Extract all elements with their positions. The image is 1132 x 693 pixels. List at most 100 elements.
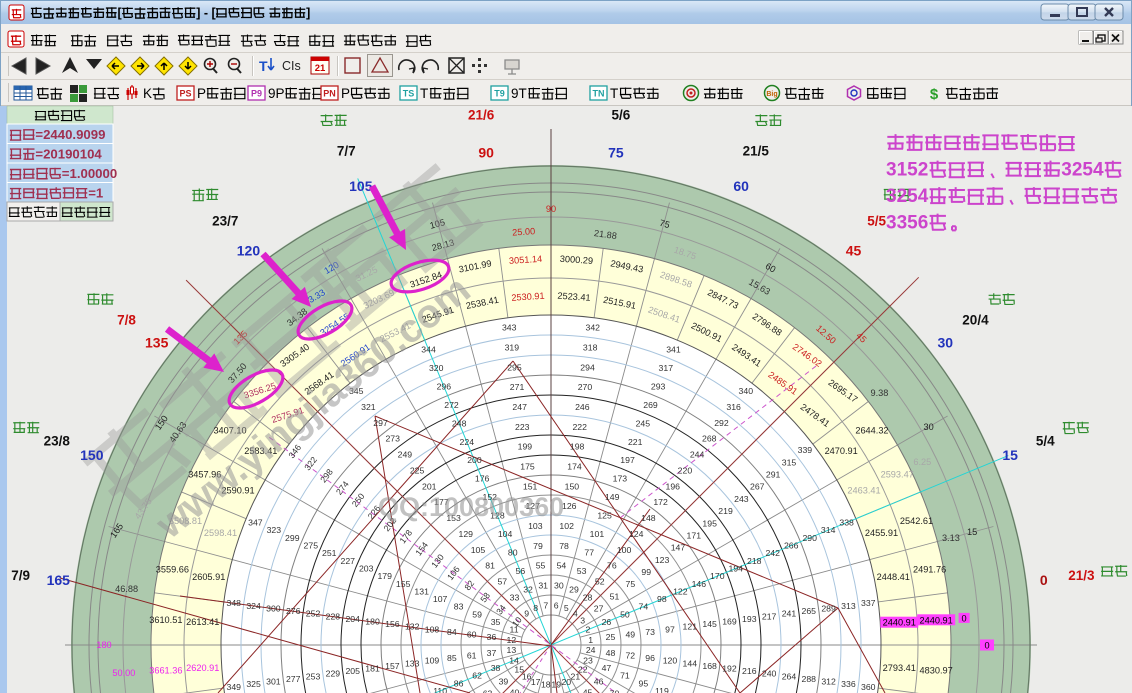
svg-text:192: 192 <box>722 663 737 673</box>
svg-text:79: 79 <box>533 541 543 551</box>
svg-text:3152: 3152 <box>886 160 928 181</box>
svg-text:339: 339 <box>798 445 813 455</box>
svg-text:49: 49 <box>625 630 635 640</box>
svg-text:$: $ <box>930 86 939 103</box>
svg-text:100: 100 <box>617 545 632 555</box>
svg-text:11: 11 <box>510 625 519 635</box>
svg-text:2455.91: 2455.91 <box>865 528 898 538</box>
svg-text:324: 324 <box>246 601 261 611</box>
svg-text:32: 32 <box>523 585 533 595</box>
svg-text:271: 271 <box>510 382 525 392</box>
svg-text:348: 348 <box>226 598 241 608</box>
svg-text:314: 314 <box>821 525 836 535</box>
svg-text:6: 6 <box>554 600 559 610</box>
svg-text:2613.41: 2613.41 <box>186 617 219 627</box>
svg-text:=2440.9099: =2440.9099 <box>35 127 105 142</box>
svg-text:3610.51: 3610.51 <box>149 615 182 625</box>
svg-text:360: 360 <box>861 682 876 692</box>
svg-text:3254: 3254 <box>886 186 929 207</box>
svg-text:157: 157 <box>385 661 400 671</box>
svg-text:149: 149 <box>605 492 620 502</box>
svg-text:45: 45 <box>846 243 862 259</box>
svg-text:225: 225 <box>410 465 425 475</box>
svg-text:265: 265 <box>802 606 817 616</box>
svg-text:81: 81 <box>485 561 495 571</box>
svg-text:340: 340 <box>739 386 754 396</box>
svg-text:172: 172 <box>653 497 668 507</box>
svg-text:216: 216 <box>742 666 757 676</box>
svg-text:18: 18 <box>541 680 551 690</box>
svg-text:315: 315 <box>782 457 797 467</box>
svg-text:=1: =1 <box>88 186 103 201</box>
svg-text:62: 62 <box>472 671 482 681</box>
svg-text:242: 242 <box>765 548 780 558</box>
svg-text:121: 121 <box>683 622 698 632</box>
svg-text:QQ:100800360: QQ:100800360 <box>378 492 564 522</box>
svg-text:99: 99 <box>641 567 651 577</box>
svg-text:104: 104 <box>498 529 513 539</box>
svg-text:146: 146 <box>692 579 707 589</box>
svg-text:300: 300 <box>266 603 281 613</box>
svg-text:297: 297 <box>373 418 388 428</box>
svg-text:247: 247 <box>512 402 527 412</box>
svg-text:272: 272 <box>444 400 459 410</box>
svg-text:291: 291 <box>766 470 781 480</box>
svg-text:5/4: 5/4 <box>1036 433 1055 448</box>
svg-text:245: 245 <box>636 418 651 428</box>
svg-text:] - [: ] - [ <box>196 6 216 20</box>
svg-text:48: 48 <box>606 648 616 658</box>
svg-text:23/7: 23/7 <box>212 214 238 229</box>
svg-text:74: 74 <box>639 602 649 612</box>
svg-text:201: 201 <box>422 481 437 491</box>
svg-text:124: 124 <box>629 529 644 539</box>
svg-text:269: 269 <box>643 400 658 410</box>
svg-text:135: 135 <box>145 334 169 350</box>
svg-text:205: 205 <box>345 666 360 676</box>
svg-text:P: P <box>341 86 350 101</box>
svg-text:90: 90 <box>478 144 494 160</box>
svg-text:59: 59 <box>472 609 482 619</box>
svg-text:131: 131 <box>414 586 429 596</box>
svg-text:PN: PN <box>323 89 336 99</box>
svg-text:168: 168 <box>702 661 717 671</box>
svg-text:110: 110 <box>433 686 447 693</box>
svg-text:267: 267 <box>750 482 765 492</box>
svg-text:29: 29 <box>569 585 579 595</box>
svg-text:71: 71 <box>620 671 630 681</box>
svg-text:7: 7 <box>543 600 548 610</box>
svg-text:194: 194 <box>729 563 744 573</box>
svg-text:=1.00000: =1.00000 <box>62 166 117 181</box>
svg-text:171: 171 <box>687 530 702 540</box>
svg-text:5/6: 5/6 <box>611 108 630 123</box>
svg-text:266: 266 <box>784 541 799 551</box>
svg-text:9P: 9P <box>268 86 285 101</box>
svg-text:321: 321 <box>361 402 376 412</box>
svg-text:19: 19 <box>551 680 561 690</box>
svg-text:273: 273 <box>385 434 400 444</box>
svg-text:46: 46 <box>594 677 604 687</box>
svg-text:25: 25 <box>606 632 616 642</box>
svg-text:317: 317 <box>659 363 674 373</box>
svg-text:102: 102 <box>559 521 574 531</box>
svg-text:294: 294 <box>580 362 595 372</box>
svg-text:276: 276 <box>286 606 301 616</box>
svg-text:63: 63 <box>483 689 493 693</box>
svg-text:198: 198 <box>570 442 585 452</box>
svg-text:53: 53 <box>577 566 587 576</box>
svg-text:199: 199 <box>518 442 533 452</box>
svg-text:336: 336 <box>841 679 856 689</box>
svg-text:156: 156 <box>385 619 400 629</box>
svg-text:0: 0 <box>984 641 989 651</box>
svg-text:180: 180 <box>365 617 380 627</box>
svg-text:145: 145 <box>702 619 717 629</box>
svg-text:39: 39 <box>499 677 509 687</box>
svg-text:196: 196 <box>666 481 681 491</box>
svg-text:133: 133 <box>405 658 420 668</box>
svg-text:2605.91: 2605.91 <box>192 572 225 582</box>
svg-text:77: 77 <box>584 548 594 558</box>
svg-text:T: T <box>259 58 268 74</box>
svg-text:342: 342 <box>586 323 601 333</box>
svg-text:277: 277 <box>286 674 301 684</box>
svg-text:23/8: 23/8 <box>44 433 71 448</box>
svg-text:1: 1 <box>588 635 593 645</box>
